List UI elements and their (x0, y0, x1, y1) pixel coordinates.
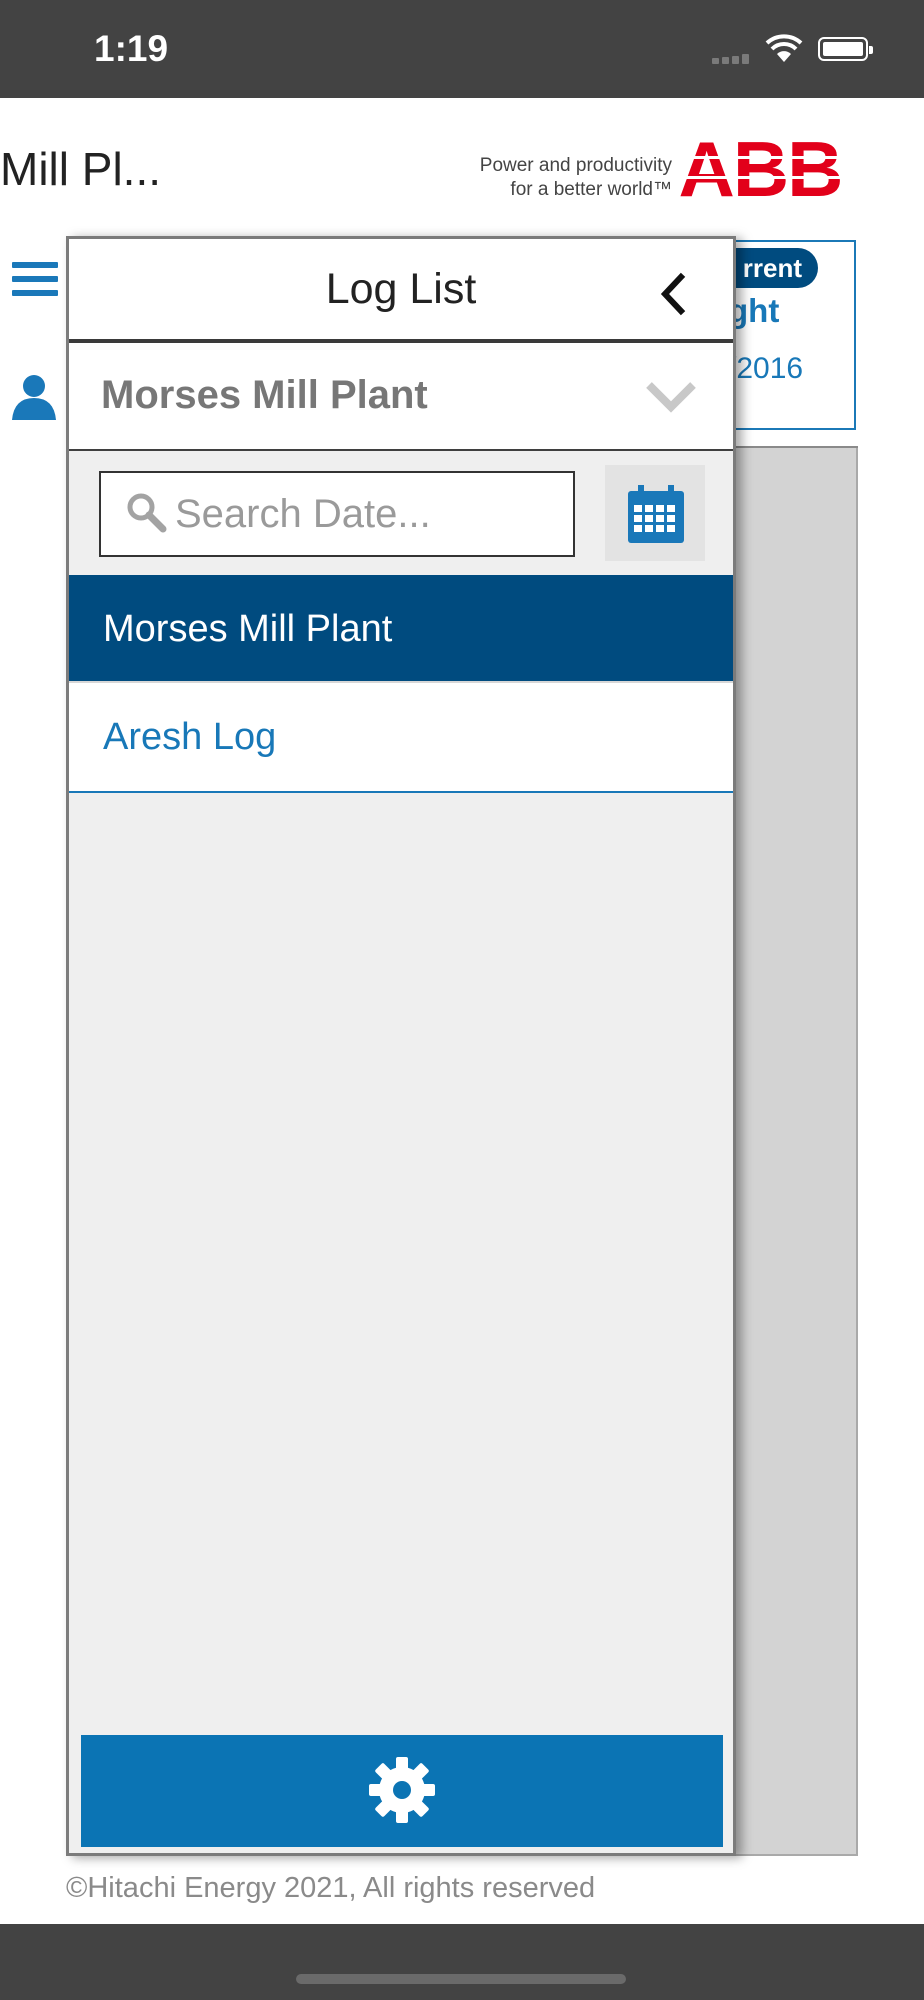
current-log-date: /2016 (728, 352, 804, 385)
tagline-line-2: for a better world™ (510, 179, 672, 200)
page-title: Mill Pl... (0, 143, 161, 195)
app-header: Mill Pl... Power and productivity for a … (0, 98, 924, 238)
list-item-aresh-log[interactable]: Aresh Log (69, 683, 733, 793)
drawer-title: Log List (325, 265, 477, 313)
settings-button[interactable] (81, 1735, 723, 1847)
chevron-down-icon (646, 382, 696, 413)
wifi-icon (765, 34, 803, 62)
tagline-line-1: Power and productivity (479, 155, 672, 176)
status-time: 1:19 (94, 28, 169, 69)
search-box[interactable] (99, 471, 575, 557)
plant-selector[interactable]: Morses Mill Plant (69, 343, 733, 451)
calendar-icon (628, 485, 684, 543)
calendar-button[interactable] (605, 465, 705, 561)
home-indicator[interactable] (296, 1974, 626, 1984)
drawer-header: Log List (69, 239, 733, 343)
search-row (69, 451, 733, 575)
abb-logo: ABB (680, 136, 840, 200)
svg-text:ABB: ABB (680, 136, 840, 200)
copyright-text: ©Hitachi Energy 2021, All rights reserve… (66, 1872, 596, 1904)
status-bar: 1:19 (0, 0, 924, 98)
battery-icon (818, 37, 873, 61)
back-chevron-icon[interactable] (649, 269, 699, 319)
list-item-morses-mill-plant[interactable]: Morses Mill Plant (69, 575, 733, 683)
user-icon[interactable] (10, 374, 58, 420)
search-icon (127, 493, 167, 533)
bottom-bar (0, 1924, 924, 2000)
abb-tagline: Power and productivity for a better worl… (412, 154, 672, 202)
plant-selector-value: Morses Mill Plant (101, 373, 428, 417)
search-date-input[interactable] (175, 481, 555, 547)
log-list-drawer: Log List Morses Mill Plant Search Date..… (66, 236, 736, 1856)
signal-icon (712, 54, 754, 64)
gear-icon (369, 1757, 435, 1823)
menu-icon[interactable] (12, 262, 58, 296)
